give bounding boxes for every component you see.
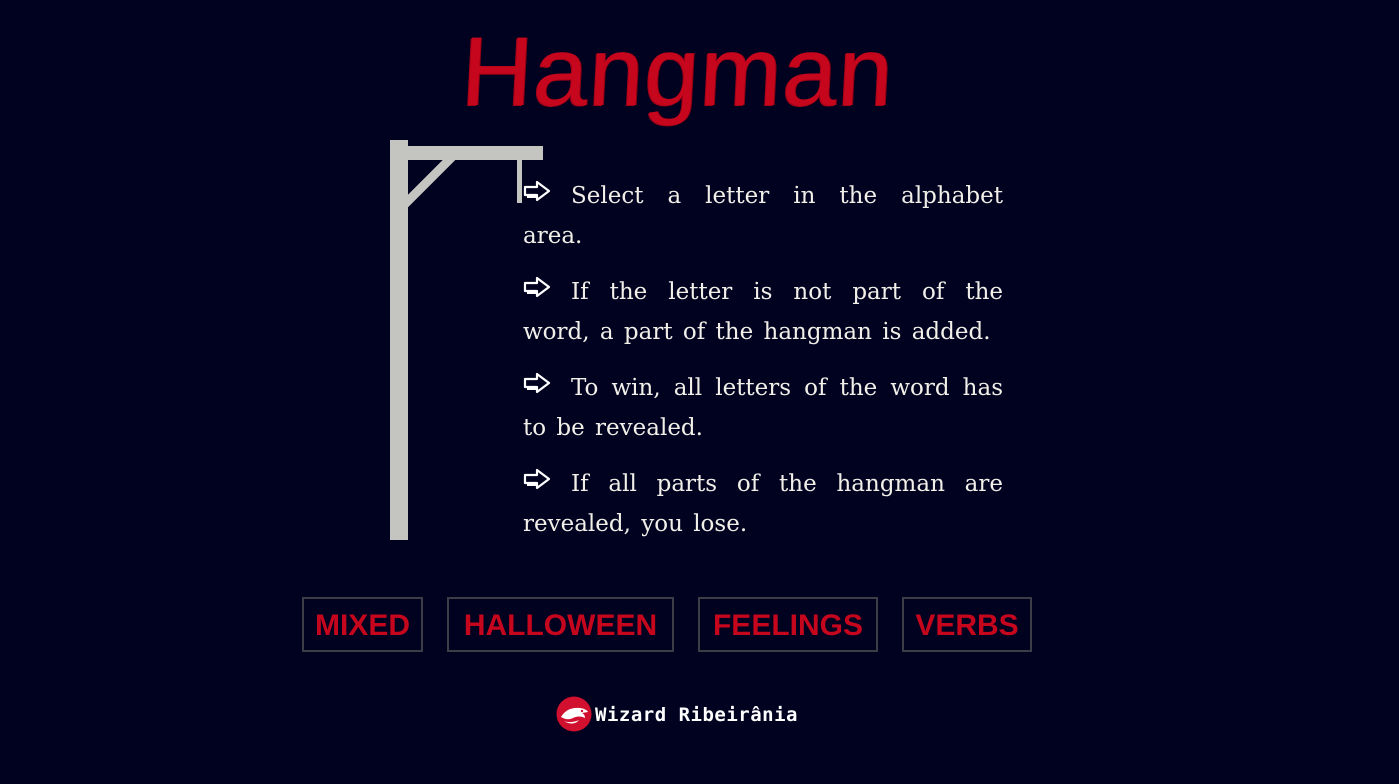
category-button-feelings[interactable]: FEELINGS (698, 597, 878, 652)
instruction-text: Select a letter in the alphabet area. (523, 183, 1003, 249)
category-button-mixed[interactable]: MIXED (302, 597, 423, 652)
arrow-right-outline-icon (523, 468, 553, 492)
category-buttons: MIXED HALLOWEEN FEELINGS VERBS (0, 597, 1399, 655)
instruction-text: If all parts of the hangman are revealed… (523, 471, 1003, 537)
brand-logo[interactable]: Wizard Ribeirânia (556, 696, 797, 732)
instruction-item: If all parts of the hangman are revealed… (523, 464, 1003, 544)
category-button-verbs[interactable]: VERBS (902, 597, 1032, 652)
arrow-right-outline-icon (523, 180, 553, 204)
arrow-right-outline-icon (523, 276, 553, 300)
instructions-panel: Select a letter in the alphabet area. If… (523, 176, 1003, 560)
instruction-text: To win, all letters of the word has to b… (523, 375, 1003, 441)
instruction-item: Select a letter in the alphabet area. (523, 176, 1003, 256)
arrow-right-outline-icon (523, 372, 553, 396)
instruction-item: To win, all letters of the word has to b… (523, 368, 1003, 448)
eagle-logo-icon (556, 696, 592, 732)
instruction-item: If the letter is not part of the word, a… (523, 272, 1003, 352)
gallows-rope (517, 156, 522, 203)
category-button-halloween[interactable]: HALLOWEEN (447, 597, 674, 652)
instruction-text: If the letter is not part of the word, a… (523, 279, 1003, 345)
brand-name: Wizard Ribeirânia (595, 704, 798, 726)
game-title: Hangman (459, 16, 897, 126)
